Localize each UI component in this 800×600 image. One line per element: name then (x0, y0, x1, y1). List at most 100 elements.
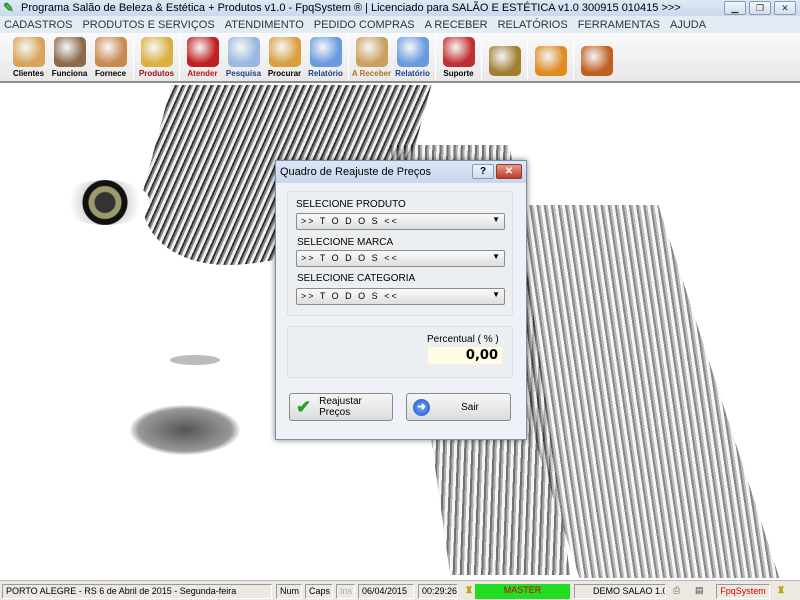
percentual-label: Percentual ( % ) (427, 334, 499, 345)
menu-atendimento[interactable]: ATENDIMENTO (225, 19, 304, 31)
toolbar-separator (348, 35, 349, 81)
clients-icon (12, 37, 45, 67)
coin-icon (488, 46, 521, 76)
toolbar-label: Fornece (94, 69, 127, 78)
user-icon: ♜ (465, 585, 474, 595)
toolbar-button-a-receber[interactable]: A Receber (351, 33, 392, 81)
status-time: 00:29:26 (418, 584, 458, 599)
exit-door-icon (580, 46, 613, 76)
boxes-icon (140, 37, 173, 67)
service-icon (186, 37, 219, 67)
toolbar-label: Atender (187, 69, 218, 78)
restore-button[interactable]: ❐ (749, 1, 771, 15)
produto-label: SELECIONE PRODUTO (296, 199, 406, 210)
produto-select[interactable]: >> T O D O S << ▼ (296, 213, 505, 230)
toolbar-button-exit-door[interactable] (576, 33, 617, 81)
categoria-label: SELECIONE CATEGORIA (297, 273, 416, 284)
report-icon (396, 37, 429, 67)
toolbar-button-atender[interactable]: Atender (182, 33, 223, 81)
supplier-icon (94, 37, 127, 67)
toolbar-button-produtos[interactable]: Produtos (136, 33, 177, 81)
menu-pedido-compras[interactable]: PEDIDO COMPRAS (314, 19, 415, 31)
computer-icon[interactable]: ▤ (692, 584, 709, 599)
toolbar-label: A Receber (351, 69, 392, 78)
status-num: Num (276, 584, 302, 599)
dialog-title-bar: Quadro de Reajuste de Preços ? ✕ (276, 161, 526, 183)
price-adjust-dialog: Quadro de Reajuste de Preços ? ✕ SELECIO… (275, 160, 527, 440)
menu-ajuda[interactable]: AJUDA (670, 19, 706, 31)
menu-a-receber[interactable]: A RECEBER (425, 19, 488, 31)
status-user: MASTER (475, 584, 570, 599)
close-button[interactable]: ✕ (774, 1, 796, 15)
status-location: PORTO ALEGRE - RS 6 de Abril de 2015 - S… (2, 584, 272, 599)
menu-cadastros[interactable]: CADASTROS (4, 19, 72, 31)
categoria-value: >> T O D O S << (301, 291, 399, 301)
percentual-input[interactable]: 0,00 (427, 346, 503, 365)
toolbar-button-relat-rio[interactable]: Relatório (305, 33, 346, 81)
categoria-select[interactable]: >> T O D O S << ▼ (296, 288, 505, 305)
toolbar-button-fornece[interactable]: Fornece (90, 33, 131, 81)
toolbar-label: Produtos (138, 69, 175, 78)
status-bar: PORTO ALEGRE - RS 6 de Abril de 2015 - S… (0, 580, 800, 600)
calculator-icon (534, 46, 567, 76)
checkmark-icon: ✔ (296, 396, 312, 417)
reajustar-button[interactable]: ✔ Reajustar Preços (289, 393, 393, 421)
toolbar-label: Procurar (267, 69, 302, 78)
window-title: Programa Salão de Beleza & Estética + Pr… (21, 2, 681, 14)
toolbar-button-clientes[interactable]: Clientes (8, 33, 49, 81)
toolbar-separator (573, 35, 574, 81)
toolbar-separator (435, 35, 436, 81)
minimize-button[interactable]: ▁ (724, 1, 746, 15)
title-bar: ✎ Programa Salão de Beleza & Estética + … (0, 0, 800, 16)
menu-relatorios[interactable]: RELATÓRIOS (498, 19, 568, 31)
search-icon (227, 37, 260, 67)
arrow-right-icon: ➜ (413, 398, 430, 416)
toolbar-separator (527, 35, 528, 81)
sair-button[interactable]: ➜ Sair (406, 393, 511, 421)
toolbar-label: Funciona (51, 69, 88, 78)
toolbar-label: Pesquisa (225, 69, 262, 78)
produto-value: >> T O D O S << (301, 216, 399, 226)
chevron-down-icon: ▼ (492, 215, 500, 224)
toolbar-label: Relatório (308, 69, 343, 78)
menu-bar: CADASTROS PRODUTOS E SERVIÇOS ATENDIMENT… (0, 16, 800, 33)
printer-icon[interactable]: ⎙ (670, 584, 687, 599)
status-brand: FpqSystem (716, 584, 770, 599)
marca-value: >> T O D O S << (301, 253, 399, 263)
report-icon (309, 37, 342, 67)
money-icon (355, 37, 388, 67)
sair-label: Sair (461, 401, 479, 413)
toolbar-separator (179, 35, 180, 81)
marca-select[interactable]: >> T O D O S << ▼ (296, 250, 505, 267)
menu-ferramentas[interactable]: FERRAMENTAS (578, 19, 660, 31)
dialog-close-button[interactable]: ✕ (496, 164, 522, 179)
toolbar-button-coin[interactable] (484, 33, 525, 81)
status-version: DEMO SALAO 1.0 (574, 584, 666, 599)
toolbar: Clientes Funciona Fornece Produtos Atender Pe… (0, 33, 800, 83)
support-icon (442, 37, 475, 67)
chevron-down-icon: ▼ (492, 290, 500, 299)
chevron-down-icon: ▼ (492, 252, 500, 261)
toolbar-label: Clientes (12, 69, 45, 78)
status-caps: Caps (305, 584, 333, 599)
toolbar-separator (133, 35, 134, 81)
user-icon: ♜ (777, 585, 786, 595)
toolbar-button-suporte[interactable]: Suporte (438, 33, 479, 81)
help-button[interactable]: ? (472, 164, 494, 179)
toolbar-button-procurar[interactable]: Procurar (264, 33, 305, 81)
menu-produtos-servicos[interactable]: PRODUTOS E SERVIÇOS (82, 19, 214, 31)
employees-icon (53, 37, 86, 67)
toolbar-button-relat-rio[interactable]: Relatório (392, 33, 433, 81)
status-ins: Ins (336, 584, 355, 599)
drawer-icon (268, 37, 301, 67)
toolbar-button-pesquisa[interactable]: Pesquisa (223, 33, 264, 81)
status-date: 06/04/2015 (358, 584, 414, 599)
toolbar-button-calculator[interactable] (530, 33, 571, 81)
filter-group: SELECIONE PRODUTO >> T O D O S << ▼ SELEC… (287, 191, 513, 316)
toolbar-label: Relatório (395, 69, 430, 78)
toolbar-button-funciona[interactable]: Funciona (49, 33, 90, 81)
toolbar-separator (481, 35, 482, 81)
dialog-title: Quadro de Reajuste de Preços (280, 166, 432, 178)
reajustar-label: Reajustar Preços (319, 396, 362, 418)
marca-label: SELECIONE MARCA (297, 237, 394, 248)
